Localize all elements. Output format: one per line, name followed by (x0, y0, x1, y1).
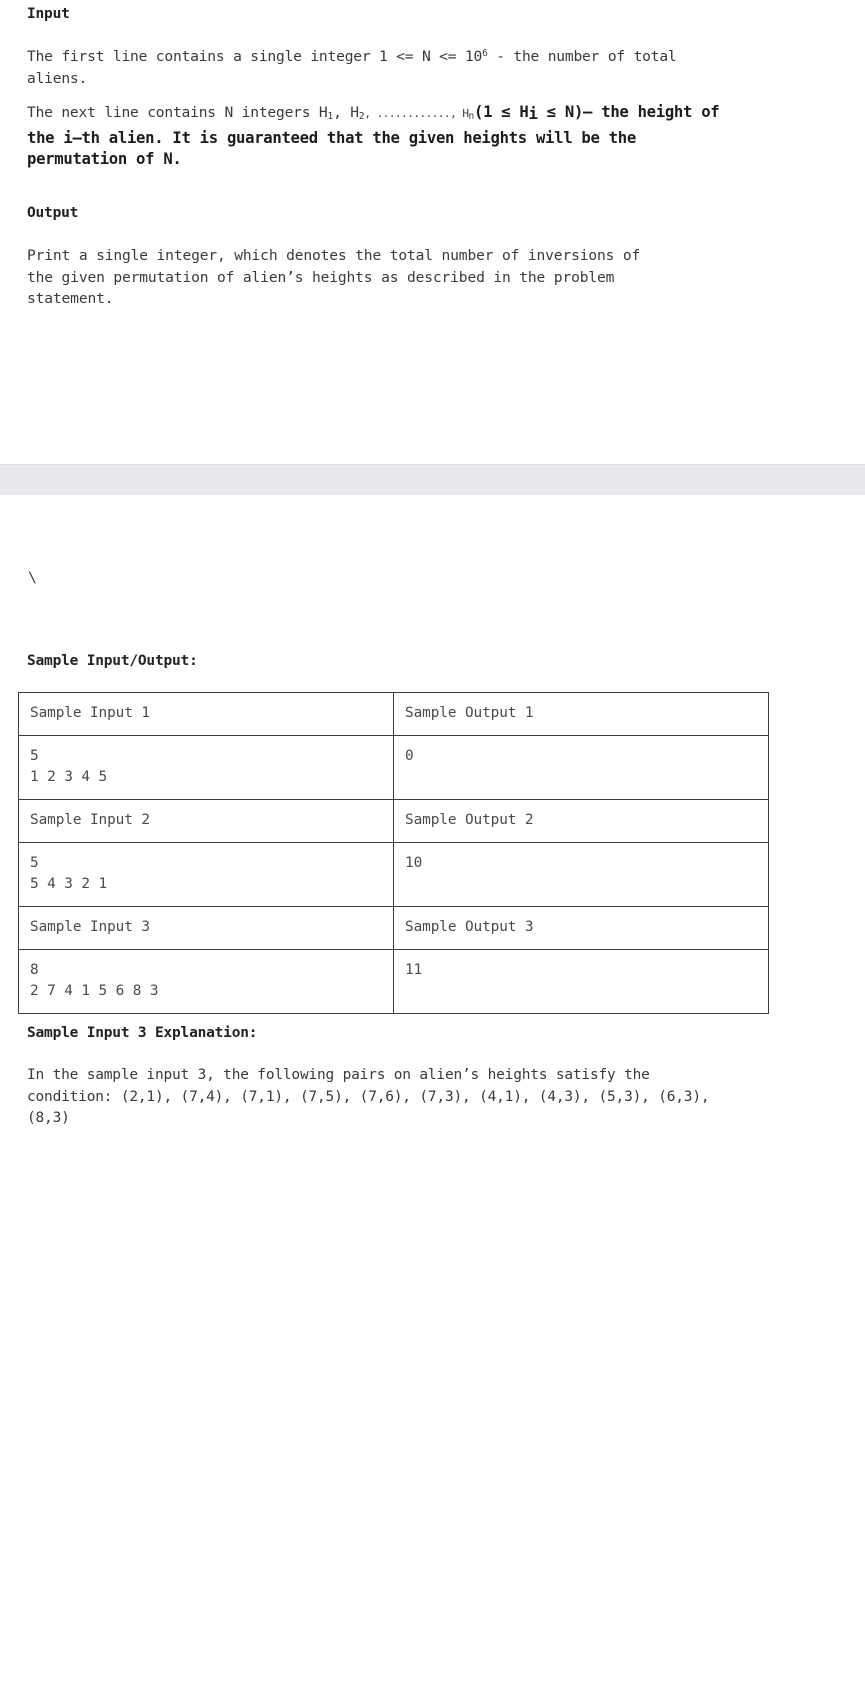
grey-separator-band (0, 464, 865, 496)
sample-input-1-data: 5 1 2 3 4 5 (18, 735, 394, 800)
sample-output-2-data: 10 (393, 842, 769, 907)
sample-input-2-data: 5 5 4 3 2 1 (18, 842, 394, 907)
sample-input-1-label: Sample Input 1 (18, 692, 394, 736)
input-paragraph-2-bold-sub: i (528, 105, 538, 123)
stray-backslash-text: \ (28, 569, 37, 586)
input-paragraph-2-bold-a: (1 ≤ H (473, 103, 529, 121)
sample-output-1-label: Sample Output 1 (393, 692, 769, 736)
table-row: 5 5 4 3 2 1 10 (18, 842, 769, 907)
samples-section-heading: Sample Input/Output: (27, 653, 198, 669)
table-row: Sample Input 1 Sample Output 1 (18, 692, 769, 736)
input-paragraph-1-text-a: The first line contains a single integer… (27, 48, 483, 65)
sample-input-3-data: 8 2 7 4 1 5 6 8 3 (18, 949, 394, 1014)
table-row: Sample Input 2 Sample Output 2 (18, 799, 769, 843)
table-row: 5 1 2 3 4 5 0 (18, 735, 769, 800)
explanation-paragraph: In the sample input 3, the following pai… (27, 1067, 710, 1126)
output-paragraph: Print a single integer, which denotes th… (27, 247, 641, 307)
input-paragraph-2-text-c: , ............, H (364, 107, 469, 120)
input-paragraph-2-text-a: The next line contains N integers H (27, 104, 328, 121)
sample-output-3-label: Sample Output 3 (393, 906, 769, 950)
document-page: Input The first line contains a single i… (0, 0, 865, 1688)
output-section-heading: Output (27, 205, 79, 221)
sample-input-3-label: Sample Input 3 (18, 906, 394, 950)
table-row: 8 2 7 4 1 5 6 8 3 11 (18, 949, 769, 1014)
sample-input-2-label: Sample Input 2 (18, 799, 394, 843)
sample-output-3-data: 11 (393, 949, 769, 1014)
input-section-heading: Input (27, 6, 70, 22)
sample-io-table: Sample Input 1 Sample Output 1 5 1 2 3 4… (18, 692, 769, 1014)
sample-output-1-data: 0 (393, 735, 769, 800)
input-paragraph-2: The next line contains N integers H1, H2… (27, 102, 737, 171)
sample-output-2-label: Sample Output 2 (393, 799, 769, 843)
input-paragraph-1: The first line contains a single integer… (27, 43, 727, 89)
input-paragraph-2-text-b: , H (333, 104, 359, 121)
table-row: Sample Input 3 Sample Output 3 (18, 906, 769, 950)
explanation-section-heading: Sample Input 3 Explanation: (27, 1025, 258, 1041)
